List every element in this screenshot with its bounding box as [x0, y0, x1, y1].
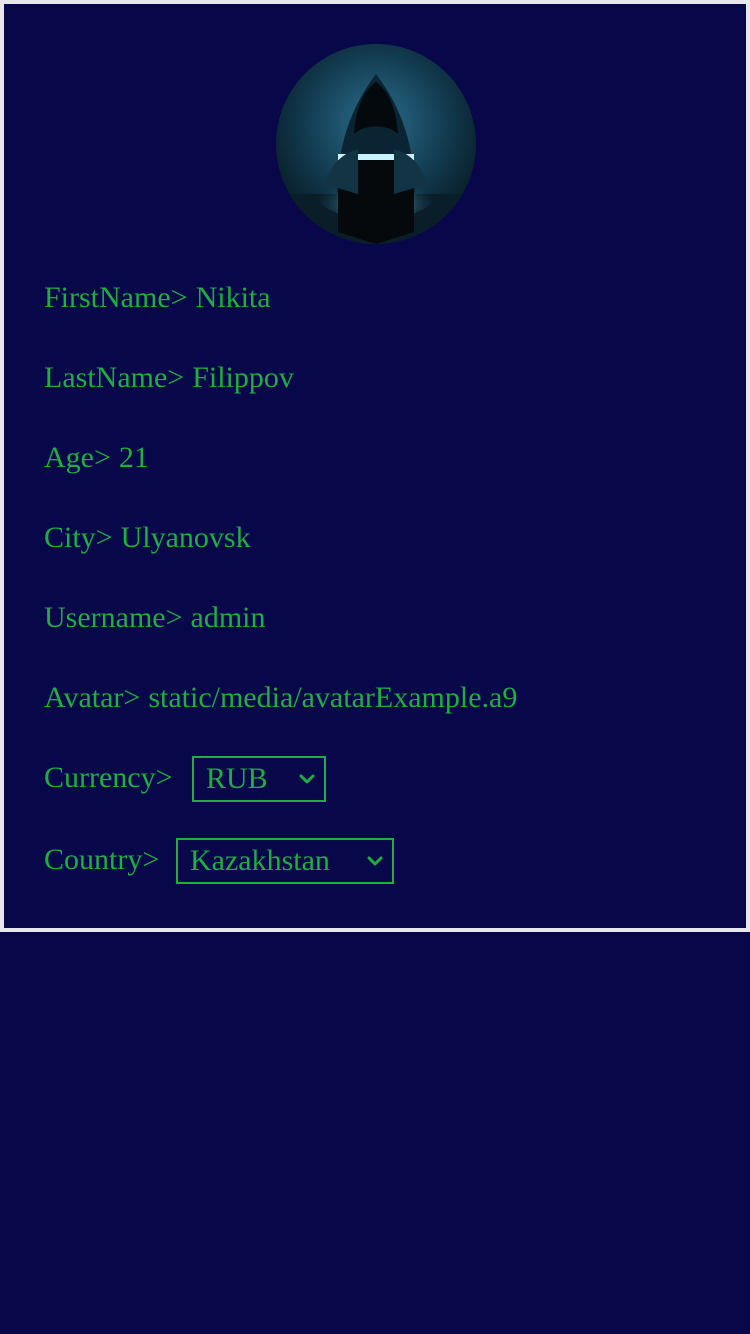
chevron-down-icon [299, 774, 315, 784]
username-value: admin [190, 601, 266, 634]
firstname-label: FirstName> [44, 281, 188, 314]
lastname-label: LastName> [44, 361, 185, 394]
city-label: City> [44, 521, 113, 554]
profile-card: FirstName> Nikita LastName> Filippov Age> 2… [0, 0, 750, 932]
chevron-down-icon [367, 856, 383, 866]
city-value: Ulyanovsk [120, 521, 251, 554]
avatar-path-label: Avatar> [44, 681, 141, 714]
country-row: Country> [44, 840, 159, 880]
hooded-hacker-avatar-icon [276, 44, 476, 244]
currency-row: Currency> [44, 758, 173, 798]
avatar-path-row: Avatar> static/media/avatarExample.a9 [44, 678, 540, 718]
age-label: Age> [44, 441, 111, 474]
lastname-row: LastName> Filippov [44, 358, 294, 398]
lastname-value: Filippov [192, 361, 294, 394]
currency-select[interactable]: RUB [192, 756, 326, 802]
currency-selected-value: RUB [206, 762, 268, 795]
avatar-path-value: static/media/avatarExample.a9 [148, 681, 518, 714]
avatar [276, 44, 476, 244]
city-row: City> Ulyanovsk [44, 518, 251, 558]
country-label: Country> [44, 843, 160, 876]
username-row: Username> admin [44, 598, 266, 638]
age-row: Age> 21 [44, 438, 149, 478]
country-selected-value: Kazakhstan [190, 844, 330, 877]
currency-label: Currency> [44, 761, 173, 794]
country-select[interactable]: Kazakhstan [176, 838, 394, 884]
age-value: 21 [118, 441, 149, 474]
firstname-value: Nikita [195, 281, 271, 314]
username-label: Username> [44, 601, 183, 634]
firstname-row: FirstName> Nikita [44, 278, 271, 318]
